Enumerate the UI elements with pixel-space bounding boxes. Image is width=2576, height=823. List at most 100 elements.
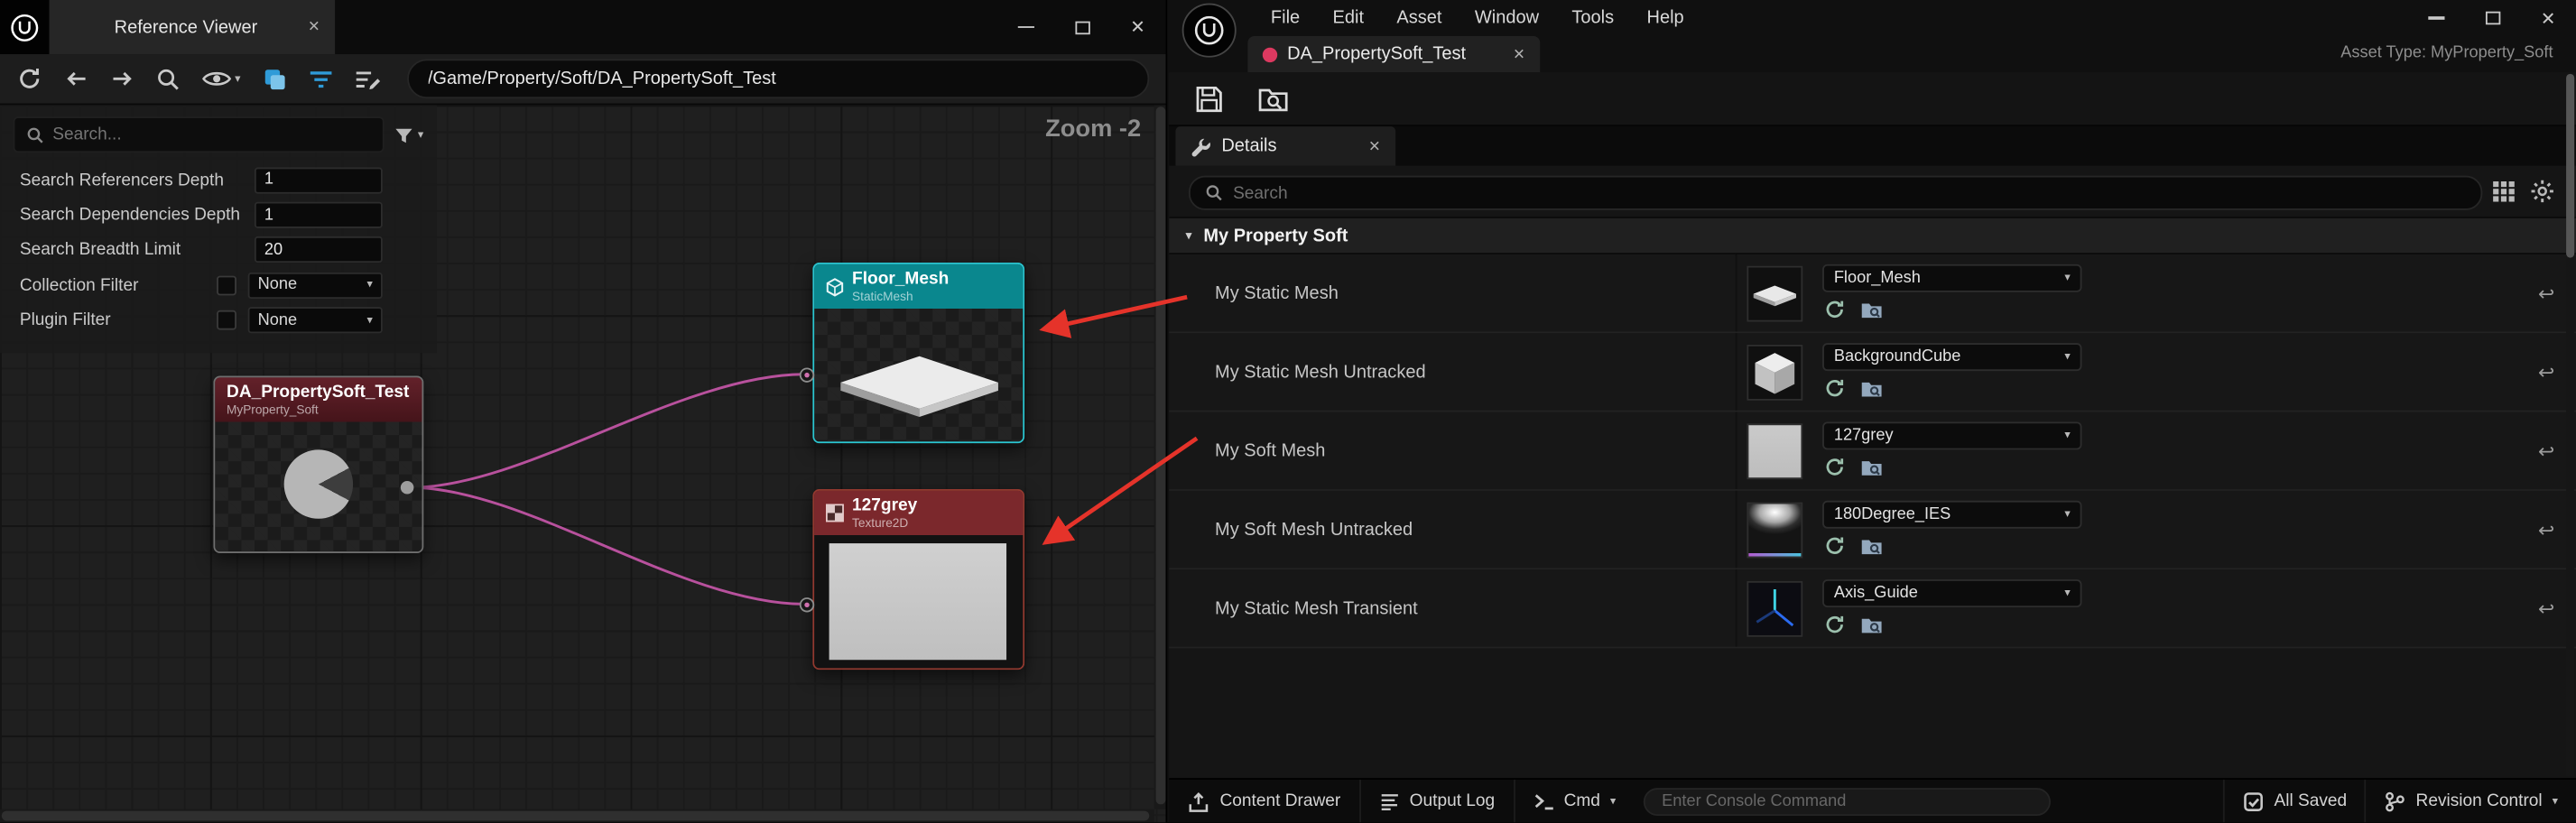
details-scrollbar[interactable] — [2566, 74, 2574, 777]
search-icon — [26, 125, 44, 143]
use-selected-asset-icon[interactable] — [1824, 457, 1846, 478]
asset-thumbnail[interactable] — [1747, 503, 1802, 559]
search-referencers-depth-input[interactable] — [255, 167, 383, 193]
menu-file[interactable]: File — [1255, 0, 1317, 36]
asset-editor-toolbar — [1169, 72, 2576, 126]
column-view-icon[interactable] — [2492, 180, 2515, 202]
duplicate-view-icon[interactable] — [262, 67, 286, 91]
use-selected-asset-icon[interactable] — [1824, 535, 1846, 557]
minimize-button[interactable] — [2408, 0, 2464, 36]
content-drawer-button[interactable]: Content Drawer — [1169, 780, 1358, 822]
graph-node-floor-mesh[interactable]: Floor_Mesh StaticMesh — [812, 263, 1024, 443]
asset-dropdown[interactable]: Axis_Guide ▾ — [1822, 579, 2081, 607]
menu-edit[interactable]: Edit — [1316, 0, 1380, 36]
use-selected-asset-icon[interactable] — [1824, 377, 1846, 399]
forward-icon[interactable] — [110, 68, 134, 90]
search-breadth-limit-input[interactable] — [255, 237, 383, 264]
category-header-my-property-soft[interactable]: ▾ My Property Soft — [1169, 217, 2576, 254]
asset-thumbnail[interactable] — [1747, 581, 1802, 637]
search-dependencies-depth-input[interactable] — [255, 202, 383, 228]
browse-to-asset-icon[interactable] — [1860, 378, 1883, 398]
setting-label: Plugin Filter — [20, 310, 217, 330]
window-tab[interactable]: Reference Viewer ✕ — [50, 0, 336, 54]
refresh-icon[interactable] — [16, 66, 42, 92]
save-icon[interactable] — [1193, 83, 1225, 115]
output-pin[interactable] — [401, 481, 414, 495]
use-selected-asset-icon[interactable] — [1824, 299, 1846, 320]
find-path-icon[interactable] — [156, 67, 181, 91]
reference-viewer-settings-panel: ▾ Search Referencers Depth Search Depend… — [0, 105, 437, 353]
reset-to-default-icon[interactable]: ↩ — [2538, 412, 2554, 489]
browse-to-asset-icon[interactable] — [1860, 458, 1883, 477]
asset-dropdown[interactable]: 127grey ▾ — [1822, 421, 2081, 449]
browse-to-asset-icon[interactable] — [1860, 615, 1883, 634]
node-header: 127grey Texture2D — [814, 491, 1023, 535]
revision-control-dropdown[interactable]: Revision Control ▾ — [2367, 780, 2576, 822]
asset-dropdown[interactable]: BackgroundCube ▾ — [1822, 343, 2081, 371]
chevron-down-icon: ▾ — [2064, 351, 2070, 363]
details-search-input[interactable] — [1233, 183, 2466, 203]
details-tab-title: Details — [1221, 136, 1358, 156]
reset-to-default-icon[interactable]: ↩ — [2538, 569, 2554, 646]
cmd-dropdown[interactable]: Cmd ▾ — [1515, 780, 1634, 822]
gear-icon[interactable] — [2530, 179, 2554, 203]
graph-search-input[interactable] — [52, 125, 372, 144]
all-saved-button[interactable]: All Saved — [2225, 780, 2365, 822]
graph-search-box[interactable] — [14, 116, 385, 153]
asset-path-field[interactable] — [406, 59, 1149, 98]
graph-node-127grey[interactable]: 127grey Texture2D — [812, 489, 1024, 670]
minimize-button[interactable] — [998, 0, 1054, 54]
menu-asset[interactable]: Asset — [1380, 0, 1458, 36]
close-button[interactable]: ✕ — [1110, 0, 1166, 54]
close-icon[interactable]: ✕ — [308, 20, 320, 34]
details-tab[interactable]: Details ✕ — [1175, 126, 1395, 166]
asset-thumbnail[interactable] — [1747, 423, 1802, 479]
node-title: DA_PropertySoft_Test — [227, 383, 409, 402]
graph-vertical-scrollbar[interactable] — [1154, 105, 1168, 809]
input-pin[interactable] — [800, 597, 814, 612]
graph-horizontal-scrollbar[interactable] — [0, 809, 1154, 823]
console-command-input[interactable] — [1644, 787, 2051, 815]
reset-to-default-icon[interactable]: ↩ — [2538, 254, 2554, 331]
use-selected-asset-icon[interactable] — [1824, 614, 1846, 635]
asset-thumbnail[interactable] — [1747, 345, 1802, 401]
filter-list-icon[interactable] — [308, 68, 332, 89]
visibility-dropdown[interactable]: ▾ — [202, 69, 241, 88]
details-search-box[interactable] — [1189, 176, 2482, 210]
maximize-button[interactable] — [2464, 0, 2520, 36]
asset-dropdown[interactable]: 180Degree_IES ▾ — [1822, 501, 2081, 529]
content-drawer-icon — [1187, 791, 1209, 812]
maximize-button[interactable] — [1054, 0, 1110, 54]
menu-window[interactable]: Window — [1459, 0, 1556, 36]
reset-to-default-icon[interactable]: ↩ — [2538, 333, 2554, 410]
node-title: 127grey — [852, 495, 917, 515]
close-button[interactable]: ✕ — [2520, 0, 2576, 36]
menu-tools[interactable]: Tools — [1555, 0, 1630, 36]
browse-to-asset-icon[interactable] — [1257, 85, 1289, 113]
asset-thumbnail[interactable] — [1747, 266, 1802, 322]
browse-to-asset-icon[interactable] — [1860, 536, 1883, 556]
graph-node-da-propertysoft-test[interactable]: DA_PropertySoft_Test MyProperty_Soft — [213, 376, 423, 553]
node-subtitle: StaticMesh — [852, 289, 949, 303]
close-icon[interactable]: ✕ — [1368, 139, 1381, 153]
close-icon[interactable]: ✕ — [1513, 47, 1525, 61]
asset-tab-bar: DA_PropertySoft_Test ✕ Asset Type: MyPro… — [1169, 36, 2576, 72]
setting-label: Collection Filter — [20, 275, 217, 295]
collection-filter-dropdown[interactable]: None ▾ — [248, 273, 383, 299]
edit-filters-icon[interactable] — [354, 68, 380, 89]
browse-to-asset-icon[interactable] — [1860, 300, 1883, 319]
back-icon[interactable] — [64, 68, 88, 90]
property-label: My Static Mesh Transient — [1215, 569, 1418, 646]
asset-tab[interactable]: DA_PropertySoft_Test ✕ — [1247, 36, 1540, 72]
menu-help[interactable]: Help — [1630, 0, 1700, 36]
collection-filter-checkbox[interactable] — [217, 275, 236, 295]
plugin-filter-checkbox[interactable] — [217, 310, 236, 330]
node-subtitle: MyProperty_Soft — [227, 402, 409, 417]
plugin-filter-dropdown[interactable]: None ▾ — [248, 308, 383, 334]
asset-dropdown[interactable]: Floor_Mesh ▾ — [1822, 264, 2081, 292]
reset-to-default-icon[interactable]: ↩ — [2538, 491, 2554, 568]
search-filter-dropdown[interactable]: ▾ — [394, 125, 423, 143]
output-log-button[interactable]: Output Log — [1360, 780, 1513, 822]
input-pin[interactable] — [800, 367, 814, 382]
node-thumbnail — [814, 535, 1023, 668]
